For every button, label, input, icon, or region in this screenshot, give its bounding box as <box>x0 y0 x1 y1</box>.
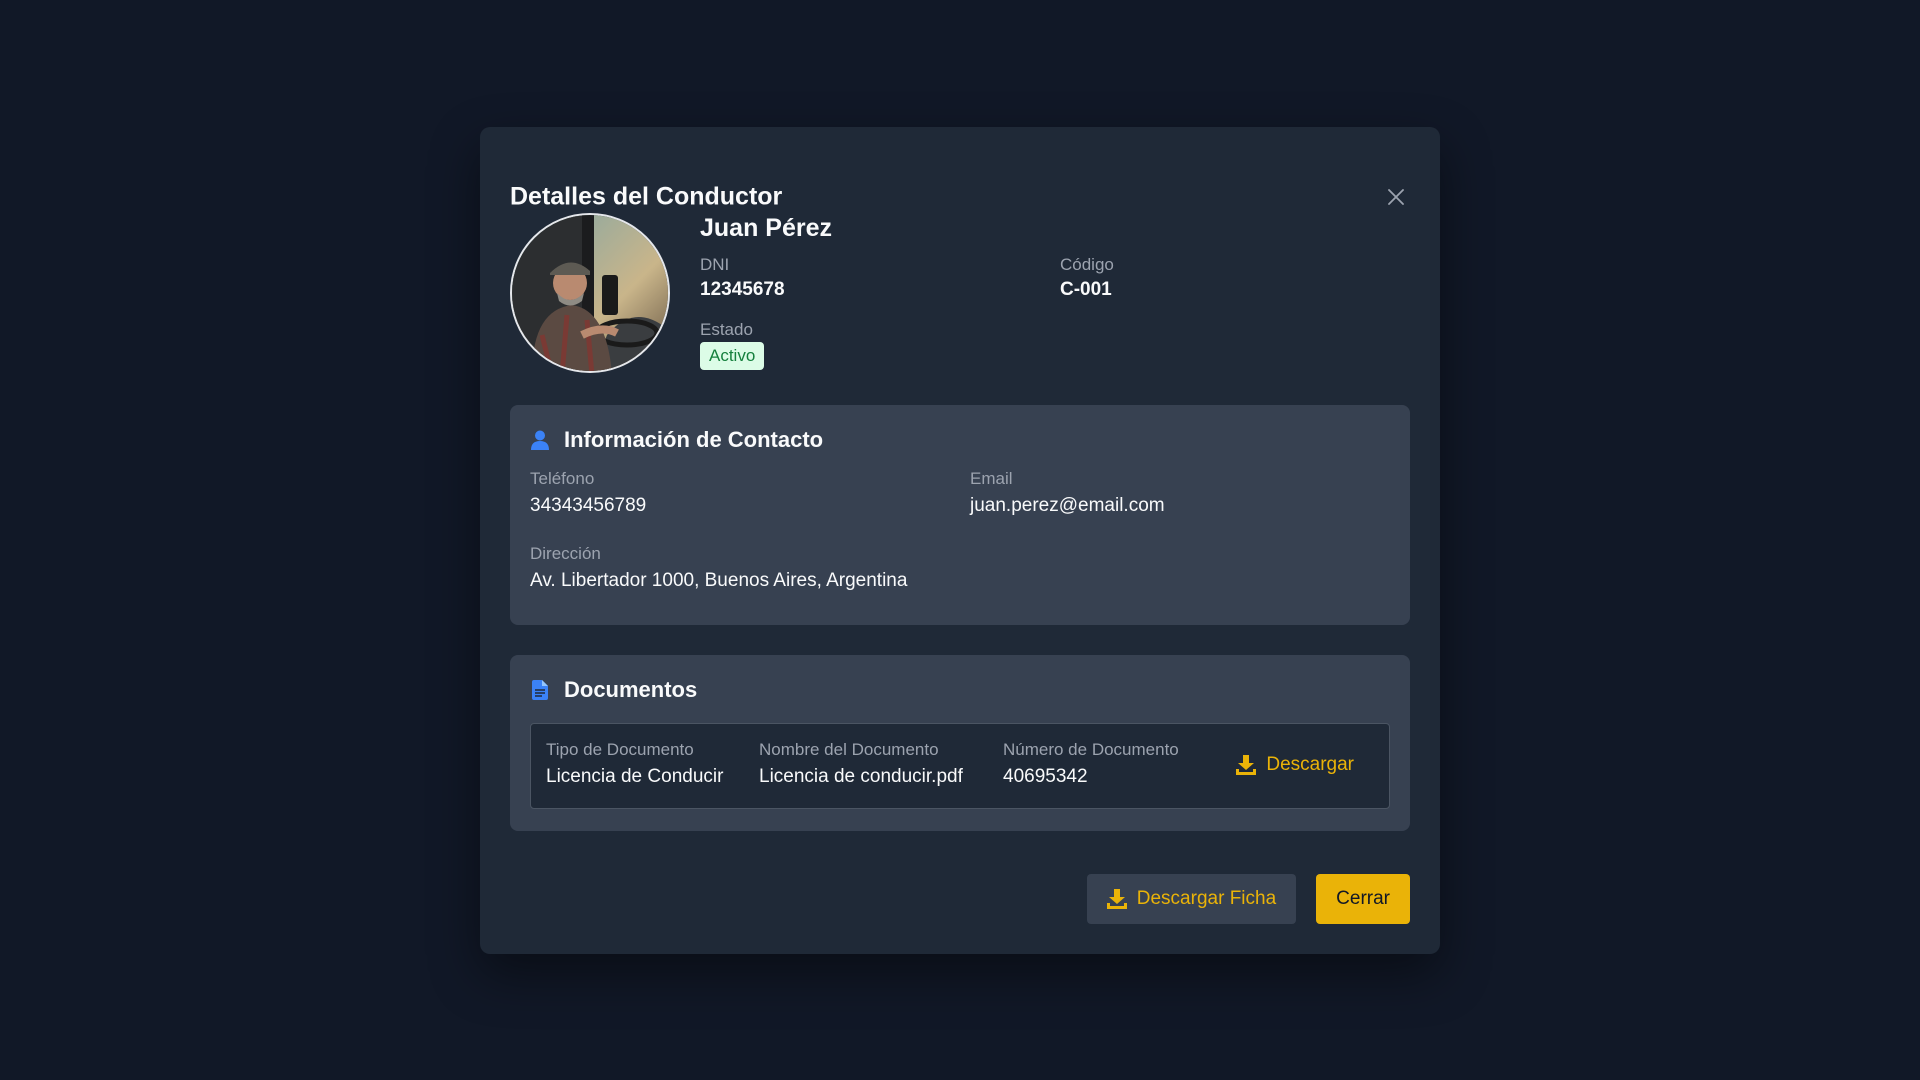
phone-label: Teléfono <box>530 469 595 488</box>
dni-field: DNI 12345678 <box>700 255 785 301</box>
download-sheet-label: Descargar Ficha <box>1136 888 1277 909</box>
doc-type-label: Tipo de Documento <box>546 740 694 759</box>
user-icon <box>530 429 550 451</box>
avatar <box>510 213 670 373</box>
documents-section: Documentos Tipo de Documento Licencia de… <box>510 655 1410 831</box>
doc-name-value: Licencia de conducir.pdf <box>759 766 963 787</box>
modal-header: Detalles del Conductor <box>510 157 1410 213</box>
contact-section: Información de Contacto Teléfono 3434345… <box>510 405 1410 625</box>
download-document-label: Descargar <box>1266 754 1354 775</box>
download-icon <box>1236 755 1257 775</box>
dni-label: DNI <box>700 255 730 274</box>
email-field: Email juan.perez@email.com <box>970 469 1165 517</box>
close-button[interactable] <box>1382 183 1410 211</box>
code-value: C-001 <box>1060 279 1112 300</box>
doc-type-cell: Tipo de Documento Licencia de Conducir <box>546 740 723 788</box>
download-document-button[interactable]: Descargar <box>1236 754 1354 776</box>
dni-value: 12345678 <box>700 279 785 300</box>
modal-title: Detalles del Conductor <box>510 182 783 211</box>
phone-value: 34343456789 <box>530 495 647 516</box>
doc-type-value: Licencia de Conducir <box>546 766 724 787</box>
document-row: Tipo de Documento Licencia de Conducir N… <box>530 723 1390 809</box>
driver-profile: Juan Pérez DNI 12345678 Código C-001 Est… <box>510 213 1410 373</box>
modal-footer: Descargar Ficha Cerrar <box>1086 874 1410 924</box>
driver-details-modal: Detalles del Conductor Juan Pérez DNI 12… <box>480 127 1440 954</box>
email-label: Email <box>970 469 1013 488</box>
documents-title: Documentos <box>564 677 698 702</box>
contact-title: Información de Contacto <box>564 427 824 452</box>
contact-header: Información de Contacto <box>530 425 1390 455</box>
status-field: Estado Activo <box>700 320 765 370</box>
doc-name-label: Nombre del Documento <box>759 740 939 759</box>
close-modal-button[interactable]: Cerrar <box>1316 874 1410 924</box>
address-label: Dirección <box>530 544 601 563</box>
close-icon <box>1388 189 1404 205</box>
address-field: Dirección Av. Libertador 1000, Buenos Ai… <box>530 544 907 592</box>
doc-name-cell: Nombre del Documento Licencia de conduci… <box>759 740 963 788</box>
download-sheet-button[interactable]: Descargar Ficha <box>1086 874 1297 924</box>
status-label: Estado <box>700 320 753 339</box>
doc-number-cell: Número de Documento 40695342 <box>1003 740 1179 788</box>
phone-field: Teléfono 34343456789 <box>530 469 646 517</box>
code-label: Código <box>1060 255 1114 274</box>
code-field: Código C-001 <box>1060 255 1114 301</box>
email-value: juan.perez@email.com <box>970 495 1165 516</box>
document-icon <box>530 679 550 701</box>
download-icon <box>1106 889 1127 909</box>
contact-fields: Teléfono 34343456789 Email juan.perez@em… <box>530 469 1390 609</box>
driver-name: Juan Pérez <box>700 214 833 242</box>
documents-header: Documentos <box>530 675 1390 705</box>
address-value: Av. Libertador 1000, Buenos Aires, Argen… <box>530 570 908 591</box>
doc-number-value: 40695342 <box>1003 766 1088 787</box>
doc-number-label: Número de Documento <box>1003 740 1179 759</box>
status-badge: Activo <box>700 342 765 370</box>
